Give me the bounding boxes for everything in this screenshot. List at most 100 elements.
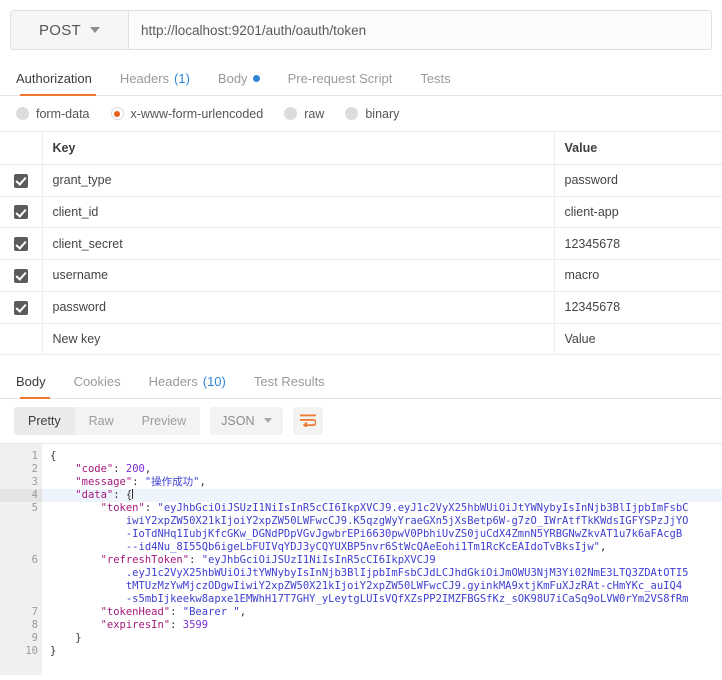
line-number-blank <box>0 541 42 554</box>
code-token: "data" <box>75 488 114 501</box>
view-mode-pretty[interactable]: Pretty <box>14 406 75 435</box>
table-row[interactable]: client_secret 12345678 <box>0 227 722 261</box>
format-selector[interactable]: JSON <box>210 406 284 435</box>
row-value[interactable]: password <box>554 164 722 197</box>
tab-headers[interactable]: Headers (1) <box>106 71 204 95</box>
code-token: "expiresIn" <box>100 618 171 631</box>
code-token: : <box>132 475 145 488</box>
checkbox-checked-icon[interactable] <box>13 205 28 220</box>
view-mode-raw[interactable]: Raw <box>75 407 128 435</box>
code-token: } <box>75 631 82 644</box>
line-number: 8 <box>31 618 38 631</box>
line-number-gutter: 1 2 3 4 5 6 7 8 9 10 <box>0 443 42 675</box>
row-key[interactable]: client_secret <box>42 227 555 261</box>
row-checkbox-cell[interactable] <box>0 291 43 324</box>
view-mode-preview[interactable]: Preview <box>128 407 200 435</box>
line-number: 7 <box>31 605 38 618</box>
checkbox-checked-icon[interactable] <box>13 300 28 315</box>
code-token: "eyJhbGciOiJSUzI1NiIsInR5cCI6IkpXVCJ9.ey… <box>157 501 689 514</box>
response-tab-body[interactable]: Body <box>10 373 60 399</box>
row-checkbox-cell[interactable] <box>0 196 43 229</box>
json-code-text[interactable]: { "code": 200, "message": "操作成功", "data"… <box>42 444 722 675</box>
row-key[interactable]: grant_type <box>42 164 555 197</box>
code-line: -s5mbIjkeekw8apxe1EMWhH17T7GHY_yLeytgLUI… <box>50 593 722 606</box>
line-number: 5 <box>31 501 38 514</box>
code-line: "message": "操作成功", <box>50 476 722 489</box>
table-row-new[interactable]: New key Value <box>0 323 722 355</box>
line-number-blank <box>0 528 42 541</box>
row-key[interactable]: password <box>42 291 555 324</box>
line-number: 4 <box>0 488 42 502</box>
response-tab-cookies[interactable]: Cookies <box>60 374 135 398</box>
table-row[interactable]: client_id client-app <box>0 196 722 229</box>
body-modified-dot-icon <box>252 75 260 82</box>
table-row[interactable]: password 12345678 <box>0 291 722 324</box>
response-body-code-view[interactable]: 1 2 3 4 5 6 7 8 9 10 { "code": 200, "mes… <box>0 442 722 675</box>
response-tab-headers-count: (10) <box>202 373 226 389</box>
table-row[interactable]: grant_type password <box>0 164 722 197</box>
radio-urlencoded[interactable]: x-www-form-urlencoded <box>110 107 263 121</box>
radio-raw-icon <box>284 107 298 120</box>
response-tab-body-label: Body <box>16 373 46 389</box>
row-key[interactable]: username <box>42 259 555 292</box>
code-line: "data": { <box>42 488 722 502</box>
line-number-blank <box>0 515 42 528</box>
response-tab-cookies-label: Cookies <box>73 373 121 389</box>
radio-urlencoded-icon <box>110 107 124 120</box>
tab-tests[interactable]: Tests <box>406 71 464 95</box>
chevron-down-icon <box>90 27 101 33</box>
format-selector-label: JSON <box>221 413 255 428</box>
text-caret <box>132 488 134 499</box>
http-method-selector[interactable]: POST <box>11 11 129 49</box>
row-checkbox-cell[interactable] <box>0 227 43 261</box>
code-line: { <box>50 450 722 463</box>
row-value[interactable]: 12345678 <box>554 291 722 324</box>
radio-raw[interactable]: raw <box>284 107 324 121</box>
code-line: "expiresIn": 3599 <box>50 619 722 632</box>
url-input[interactable]: http://localhost:9201/auth/oauth/token <box>129 11 711 49</box>
tab-authorization[interactable]: Authorization <box>10 71 106 96</box>
code-token: : <box>170 618 183 631</box>
code-line: "tokenHead": "Bearer ", <box>50 606 722 619</box>
code-token: "code" <box>75 462 114 475</box>
tab-pre-request-script[interactable]: Pre-request Script <box>274 71 407 95</box>
line-number: 9 <box>31 631 38 644</box>
tab-body[interactable]: Body <box>204 71 274 95</box>
row-checkbox-cell[interactable] <box>0 259 43 292</box>
row-checkbox-cell[interactable] <box>0 164 43 197</box>
response-tab-headers[interactable]: Headers (10) <box>135 374 240 398</box>
row-value[interactable]: 12345678 <box>554 227 722 261</box>
line-number: 3 <box>31 475 38 488</box>
checkbox-checked-icon[interactable] <box>13 237 28 252</box>
line-number: 10 <box>25 644 38 657</box>
body-type-radio-group: form-data x-www-form-urlencoded raw bina… <box>0 96 722 132</box>
radio-form-data[interactable]: form-data <box>16 107 90 121</box>
code-line: -IoTdNHq1IubjKfcGKw_DGNdPDpVGvJgwbrEPi66… <box>50 528 722 541</box>
new-value-input[interactable]: Value <box>554 323 722 355</box>
code-token: : <box>144 501 158 514</box>
line-number-blank <box>0 580 42 593</box>
params-table: Key Value grant_type password client_id … <box>0 132 722 355</box>
column-header-value: Value <box>554 132 722 165</box>
radio-binary[interactable]: binary <box>345 107 399 121</box>
checkbox-checked-icon[interactable] <box>13 173 28 188</box>
code-token: , <box>144 462 152 475</box>
row-key[interactable]: client_id <box>42 196 555 229</box>
new-key-input[interactable]: New key <box>42 323 555 355</box>
radio-binary-label: binary <box>365 106 400 121</box>
row-value[interactable]: client-app <box>554 196 722 229</box>
code-token: : <box>170 605 183 618</box>
code-token: 200 <box>125 462 145 475</box>
word-wrap-button[interactable] <box>293 406 324 435</box>
checkbox-checked-icon[interactable] <box>13 268 28 283</box>
view-mode-segmented-control: Pretty Raw Preview <box>14 406 201 435</box>
postman-window: POST http://localhost:9201/auth/oauth/to… <box>0 10 722 680</box>
row-value[interactable]: macro <box>554 259 722 292</box>
table-row[interactable]: username macro <box>0 259 722 292</box>
code-line: } <box>50 632 722 645</box>
response-tab-test-results[interactable]: Test Results <box>240 374 339 398</box>
